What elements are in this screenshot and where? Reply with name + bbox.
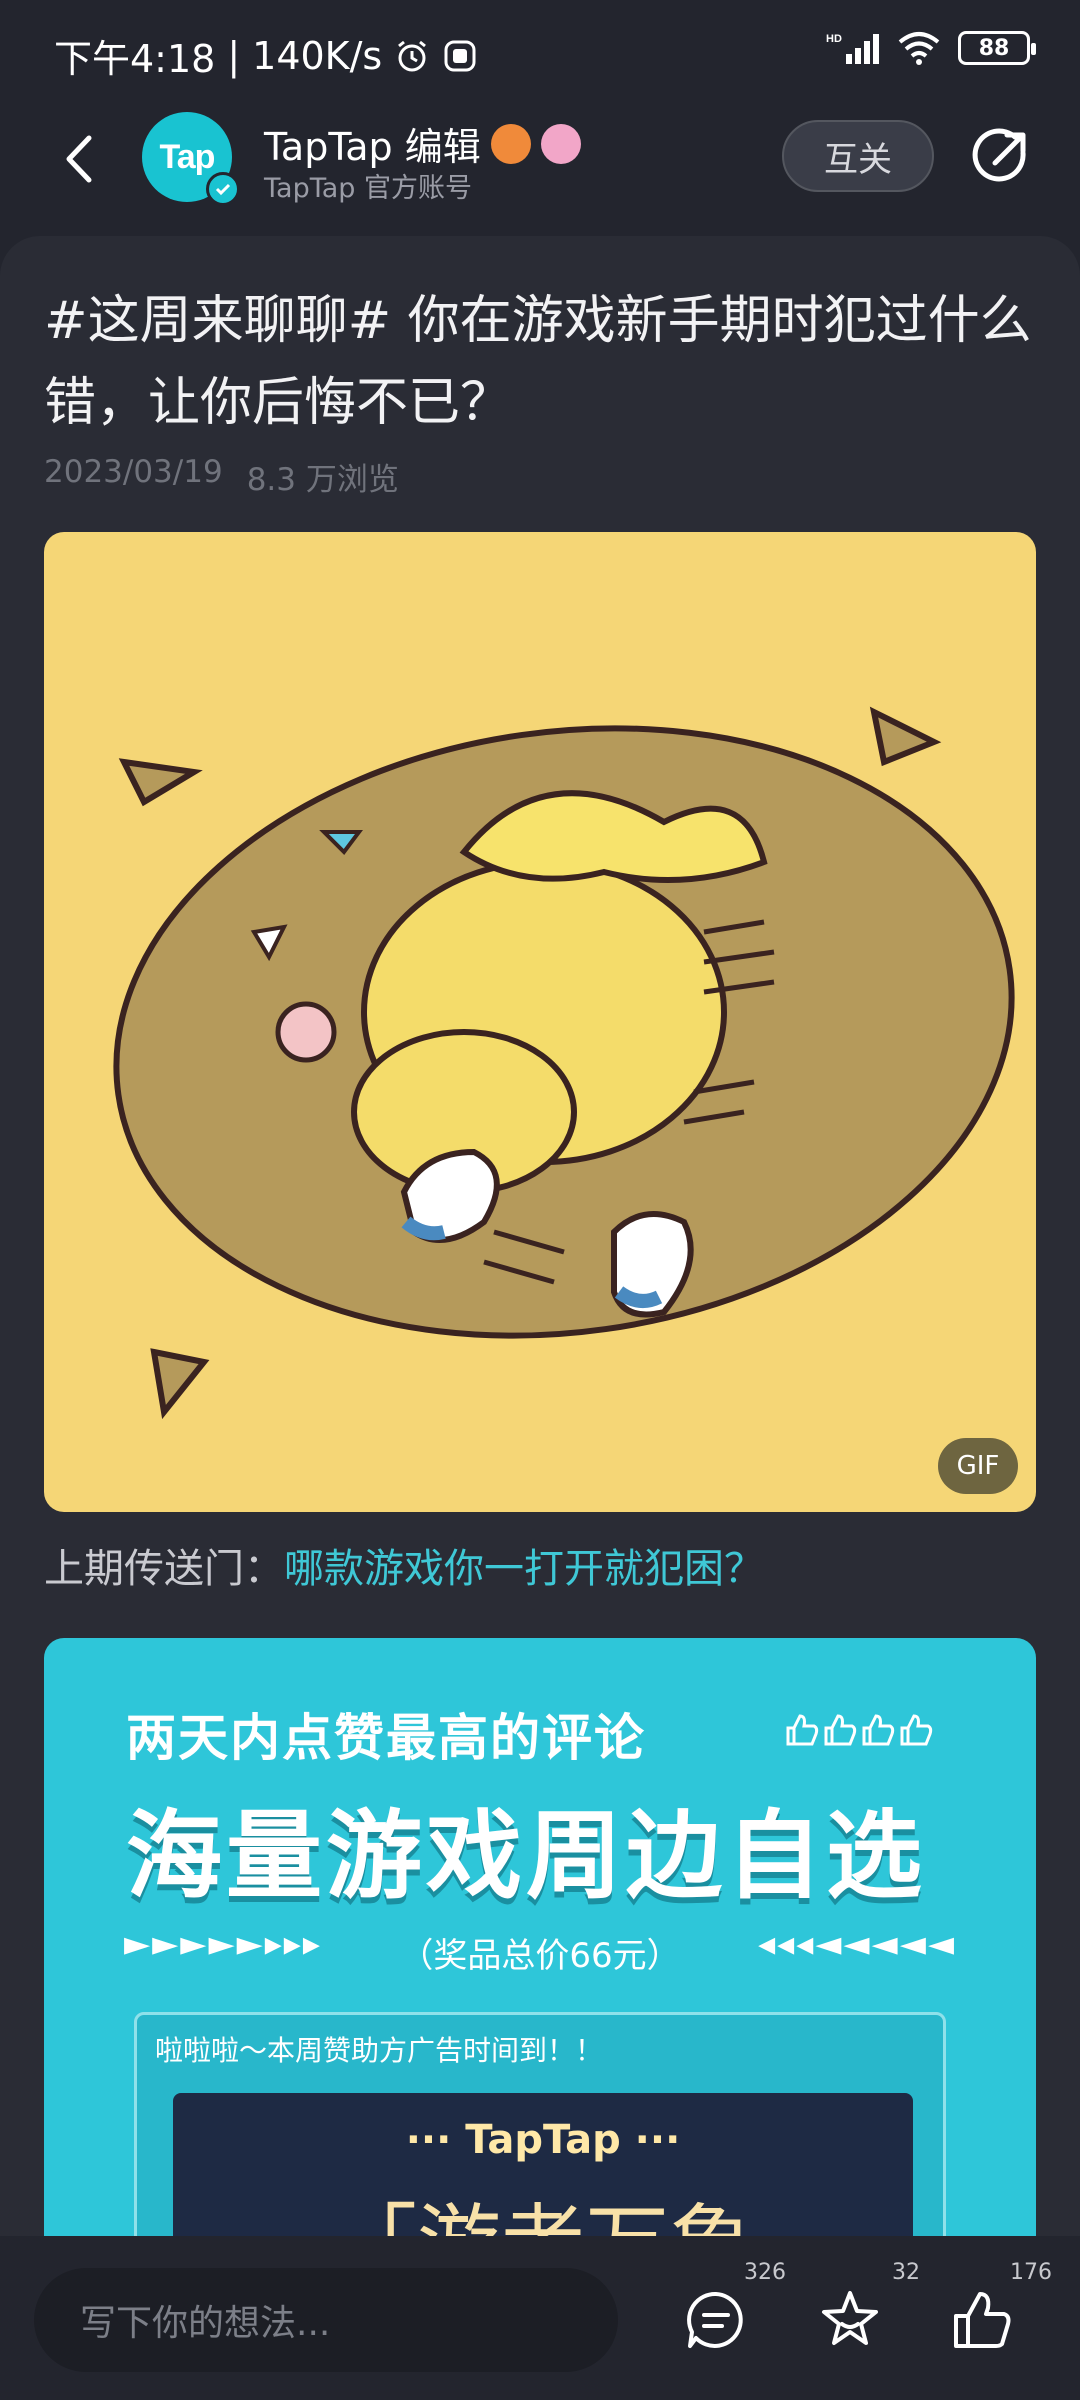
alarm-icon xyxy=(398,40,427,71)
app-notification-icon xyxy=(444,40,476,71)
post-title: #这周来聊聊# 你在游戏新手期时犯过什么错，让你后悔不已？ xyxy=(44,291,1032,433)
post-meta: 2023/03/19 8.3 万浏览 xyxy=(44,454,399,499)
sponsor-ad-title: 啦啦啦～本周赞助方广告时间到！！ xyxy=(155,2034,604,2067)
comment-count: 326 xyxy=(744,2260,786,2285)
creator-badge-icon xyxy=(540,123,581,164)
sponsor-ad-image: ··· TapTap ··· 「游者万象 xyxy=(173,2093,913,2236)
banner-arrows-right: ◂◂◂◄◄◄◄◄ xyxy=(758,1924,956,1964)
previous-topic-label: 上期传送门： xyxy=(44,1546,284,1592)
thumbs-up-decoration-icon xyxy=(786,1714,933,1746)
bottom-action-bar: 写下你的想法... 326 32 176 xyxy=(0,2240,1080,2400)
sleeping-character-illustration xyxy=(113,706,1015,1420)
status-bar: 下午4:18 | 140K/s HD 88 xyxy=(0,0,1080,100)
status-separator: | xyxy=(227,33,241,78)
previous-topic-link[interactable]: 哪款游戏你一打开就犯困？ xyxy=(284,1546,764,1592)
back-button[interactable] xyxy=(44,124,114,194)
favorite-count: 32 xyxy=(892,2260,920,2285)
status-left: 下午4:18 | 140K/s xyxy=(54,28,478,83)
post-content: #这周来聊聊# 你在游戏新手期时犯过什么错，让你后悔不已？ 2023/03/19… xyxy=(0,236,1080,2236)
battery-level: 88 xyxy=(978,35,1010,61)
comment-icon xyxy=(687,2291,743,2348)
status-right: HD 88 xyxy=(826,30,1036,66)
level-badge-icon xyxy=(490,123,531,164)
back-arrow-icon xyxy=(66,135,92,183)
verified-icon xyxy=(206,172,240,206)
share-button[interactable] xyxy=(966,122,1036,192)
account-name[interactable]: TapTap 编辑 xyxy=(264,116,581,171)
comment-button[interactable]: 326 xyxy=(676,2260,786,2360)
share-icon xyxy=(972,128,1026,182)
post-gif-image[interactable]: GIF xyxy=(44,532,1036,1512)
post-date: 2023/03/19 xyxy=(44,454,223,490)
avatar[interactable]: Tap xyxy=(142,112,240,206)
battery-indicator: 88 xyxy=(958,31,1036,65)
favorite-button[interactable]: 32 xyxy=(810,2260,920,2360)
comment-input[interactable]: 写下你的想法... xyxy=(34,2268,618,2372)
banner-title: 海量游戏周边自选 xyxy=(126,1800,926,1912)
follow-button[interactable]: 互关 xyxy=(782,120,934,192)
status-network-speed: 140K/s xyxy=(252,33,383,78)
post-views: 8.3 万浏览 xyxy=(246,462,399,498)
avatar-text: Tap xyxy=(159,137,216,176)
star-icon xyxy=(822,2291,878,2345)
thumbs-up-icon xyxy=(954,2292,1011,2348)
sponsor-ad-brand: ··· TapTap ··· xyxy=(405,2117,681,2163)
account-name-text: TapTap 编辑 xyxy=(264,125,481,169)
like-count: 176 xyxy=(1010,2260,1052,2285)
thumbs-up-row xyxy=(784,1712,934,1748)
gif-badge: GIF xyxy=(938,1438,1018,1494)
account-subtitle: TapTap 官方账号 xyxy=(264,173,472,204)
header: Tap TapTap 编辑 TapTap 官方账号 互关 xyxy=(0,100,1080,230)
sponsor-ad-game-title: 「游者万象 xyxy=(173,2177,913,2236)
previous-topic: 上期传送门：哪款游戏你一打开就犯困？ xyxy=(44,1536,764,1594)
event-banner-image[interactable]: 两天内点赞最高的评论 海量游戏周边自选 ►►►►►▸▸▸ （奖品总价66元） ◂… xyxy=(44,1638,1036,2236)
wifi-icon xyxy=(898,32,940,65)
banner-headline: 两天内点赞最高的评论 xyxy=(126,1709,646,1767)
like-button[interactable]: 176 xyxy=(942,2260,1052,2360)
svg-text:HD: HD xyxy=(826,33,842,45)
signal-icon: HD xyxy=(826,33,879,64)
sponsor-ad-box: 啦啦啦～本周赞助方广告时间到！！ ··· TapTap ··· 「游者万象 xyxy=(134,2012,946,2236)
status-time: 下午4:18 xyxy=(54,37,216,81)
